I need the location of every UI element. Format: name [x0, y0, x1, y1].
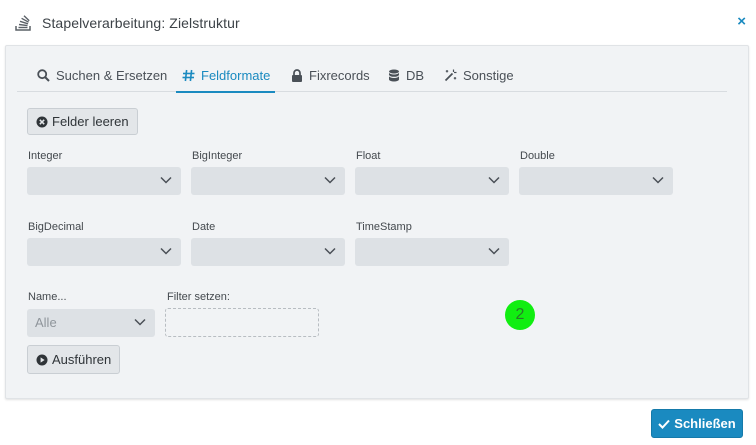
- dialog-title: Stapelverarbeitung: Zielstruktur: [42, 15, 240, 31]
- double-select[interactable]: [519, 167, 673, 195]
- chevron-down-icon: [160, 247, 172, 255]
- clear-fields-label: Felder leeren: [52, 114, 129, 129]
- bigdecimal-label: BigDecimal: [28, 221, 84, 233]
- name-select[interactable]: Alle: [27, 309, 155, 337]
- chevron-down-icon: [134, 318, 146, 326]
- integer-label: Integer: [28, 150, 63, 162]
- timestamp-select[interactable]: [355, 238, 509, 266]
- stack-icon: [14, 14, 32, 32]
- float-label: Float: [356, 150, 381, 162]
- filter-input[interactable]: [165, 308, 319, 337]
- dialog-panel: Suchen & Ersetzen Feldformate Fixrecords: [5, 45, 749, 399]
- close-button[interactable]: Schließen: [651, 409, 743, 438]
- magic-wand-icon: [444, 69, 457, 82]
- search-icon: [37, 69, 50, 82]
- close-button-label: Schließen: [674, 416, 736, 431]
- check-icon: [658, 419, 671, 429]
- biginteger-select[interactable]: [191, 167, 345, 195]
- tab-sonstige[interactable]: Sonstige: [444, 68, 514, 92]
- tab-label: Fixrecords: [309, 68, 370, 83]
- tab-label: Feldformate: [201, 68, 271, 83]
- tab-label: DB: [406, 68, 425, 83]
- float-select[interactable]: [355, 167, 509, 195]
- tab-bar: Suchen & Ersetzen Feldformate Fixrecords: [17, 64, 727, 93]
- lock-icon: [292, 69, 302, 82]
- biginteger-label: BigInteger: [192, 150, 243, 162]
- date-select[interactable]: [191, 238, 345, 266]
- tab-label: Sonstige: [463, 68, 514, 83]
- date-label: Date: [192, 221, 216, 233]
- integer-select[interactable]: [27, 167, 181, 195]
- play-circle-icon: [36, 354, 48, 365]
- tab-fixrecords[interactable]: Fixrecords: [291, 68, 370, 92]
- chevron-down-icon: [324, 176, 336, 184]
- chevron-down-icon: [160, 176, 172, 184]
- tab-feldformate[interactable]: Feldformate: [176, 68, 276, 93]
- chevron-down-icon: [324, 247, 336, 255]
- chevron-down-icon: [488, 176, 500, 184]
- filter-label: Filter setzen:: [167, 291, 230, 303]
- tab-suchen-ersetzen[interactable]: Suchen & Ersetzen: [37, 68, 167, 92]
- tab-label: Suchen & Ersetzen: [56, 68, 168, 83]
- bigdecimal-select[interactable]: [27, 238, 181, 266]
- double-label: Double: [520, 150, 555, 162]
- clear-fields-button[interactable]: Felder leeren: [27, 108, 138, 135]
- database-icon: [389, 69, 399, 82]
- tab-db[interactable]: DB: [388, 68, 424, 92]
- chevron-down-icon: [488, 247, 500, 255]
- step-marker: 2: [505, 300, 535, 330]
- close-icon[interactable]: ×: [737, 13, 746, 30]
- chevron-down-icon: [652, 176, 664, 184]
- run-label: Ausführen: [52, 352, 112, 367]
- timestamp-label: TimeStamp: [356, 221, 412, 233]
- hash-icon: [182, 69, 195, 82]
- dialog-titlebar: Stapelverarbeitung: Zielstruktur ×: [0, 0, 756, 46]
- name-label: Name...: [28, 291, 67, 303]
- run-button[interactable]: Ausführen: [27, 345, 121, 374]
- name-value: Alle: [35, 315, 57, 330]
- times-circle-icon: [36, 116, 48, 127]
